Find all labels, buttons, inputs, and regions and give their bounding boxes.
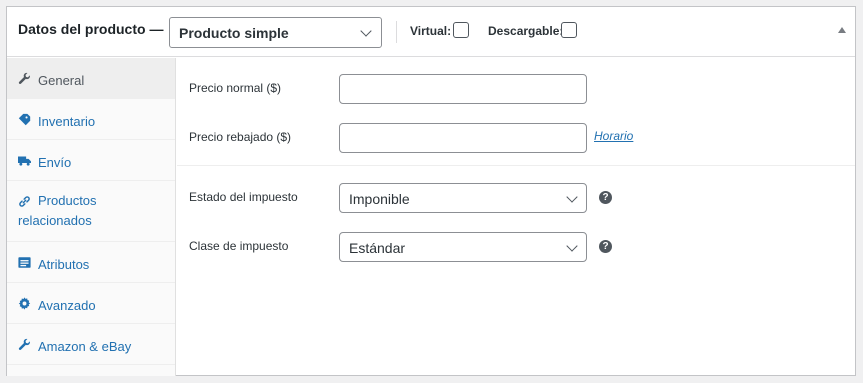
tax-class-value: Estándar — [349, 240, 406, 256]
downloadable-checkbox[interactable] — [561, 22, 577, 38]
help-icon[interactable]: ? — [599, 191, 612, 204]
product-type-value: Producto simple — [179, 25, 289, 41]
sale-price-label: Precio rebajado ($) — [189, 130, 292, 144]
tab-productos-relacionados[interactable]: Productos relacionados — [7, 181, 175, 242]
tab-envio[interactable]: Envío — [7, 140, 175, 181]
tab-amazon-ebay-label: Amazon & eBay — [38, 339, 132, 354]
chevron-down-icon — [566, 191, 578, 203]
schedule-link[interactable]: Horario — [594, 129, 633, 143]
virtual-label: Virtual: — [410, 24, 452, 38]
regular-price-input[interactable] — [339, 74, 587, 104]
virtual-checkbox[interactable] — [453, 22, 469, 38]
product-data-panel: Datos del producto — Producto simple Vir… — [6, 6, 856, 376]
tab-atributos[interactable]: Atributos — [7, 242, 175, 283]
wrench-icon — [18, 338, 30, 350]
general-panel: Precio normal ($) Precio rebajado ($) Ho… — [177, 58, 855, 376]
tab-inventario-label: Inventario — [38, 114, 96, 129]
panel-header: Datos del producto — Producto simple Vir… — [7, 7, 855, 57]
product-data-tabs: General Inventario Envío Productos relac… — [7, 58, 176, 376]
tag-icon — [18, 113, 31, 126]
tab-avanzado[interactable]: Avanzado — [7, 283, 175, 324]
tab-amazon-ebay[interactable]: Amazon & eBay — [7, 324, 175, 365]
tax-status-select[interactable]: Imponible — [339, 183, 587, 213]
product-type-select[interactable]: Producto simple — [169, 17, 382, 48]
list-icon — [18, 257, 31, 268]
gear-icon — [18, 297, 31, 310]
section-divider — [177, 165, 855, 166]
header-separator — [396, 21, 397, 43]
tab-inventario[interactable]: Inventario — [7, 99, 175, 140]
sale-price-input[interactable] — [339, 123, 587, 153]
panel-title: Datos del producto — — [18, 21, 164, 37]
collapse-toggle-icon[interactable] — [838, 27, 846, 33]
regular-price-label: Precio normal ($) — [189, 81, 282, 95]
help-icon[interactable]: ? — [599, 240, 612, 253]
tax-class-label: Clase de impuesto — [189, 239, 289, 253]
chevron-down-icon — [360, 25, 372, 37]
tab-productos-relacionados-label: Productos relacionados — [18, 193, 97, 228]
tab-avanzado-label: Avanzado — [38, 298, 96, 313]
tax-status-label: Estado del impuesto — [189, 190, 298, 204]
truck-icon — [18, 156, 31, 166]
tab-envio-label: Envío — [38, 155, 72, 170]
tax-class-select[interactable]: Estándar — [339, 232, 587, 262]
tab-general[interactable]: General — [7, 58, 175, 99]
wrench-icon — [18, 72, 30, 84]
downloadable-label: Descargable: — [488, 24, 564, 38]
tax-status-value: Imponible — [349, 191, 410, 207]
tab-general-label: General — [38, 73, 85, 88]
chevron-down-icon — [566, 240, 578, 252]
tab-atributos-label: Atributos — [38, 257, 90, 272]
